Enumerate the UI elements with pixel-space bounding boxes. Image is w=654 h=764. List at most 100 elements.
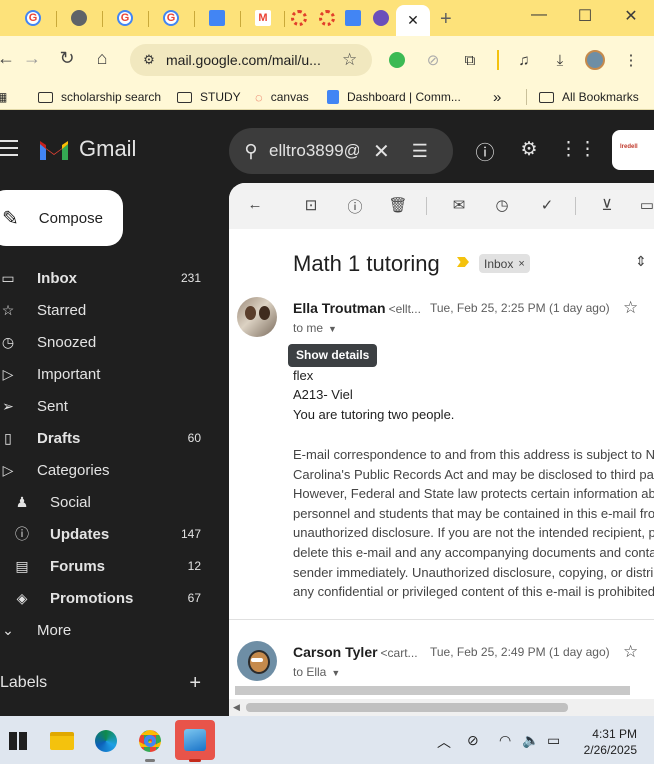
recipient-details-toggle[interactable]: to Ella ▼ bbox=[293, 665, 340, 679]
nav-important[interactable]: ▷ Important bbox=[0, 358, 215, 390]
browser-tab[interactable] bbox=[60, 5, 98, 31]
recipient-details-toggle[interactable]: to me ▼ bbox=[293, 321, 337, 335]
folder-icon bbox=[38, 91, 53, 103]
reload-icon[interactable]: ↻ bbox=[55, 48, 79, 69]
profile-avatar[interactable] bbox=[584, 49, 606, 71]
gmail-wordmark[interactable]: Gmail bbox=[79, 136, 136, 162]
show-hidden-icons-icon[interactable]: ︿ bbox=[437, 732, 451, 752]
extension-icon[interactable] bbox=[386, 49, 408, 71]
minimize-button[interactable]: — bbox=[524, 6, 554, 24]
browser-tab[interactable] bbox=[362, 5, 400, 31]
sender-avatar[interactable] bbox=[237, 297, 277, 337]
organization-logo[interactable]: Iredell bbox=[612, 130, 654, 170]
nav-updates[interactable]: ⓘ Updates 147 bbox=[0, 518, 215, 550]
bookmark-canvas[interactable]: ◌ canvas bbox=[255, 88, 309, 106]
back-icon[interactable]: ← bbox=[0, 48, 18, 69]
add-task-icon[interactable]: ✓ bbox=[537, 196, 557, 216]
bookmark-scholarship-search[interactable]: scholarship search bbox=[38, 88, 161, 106]
apps-grid-icon[interactable]: ▦ bbox=[0, 88, 7, 106]
star-message-icon[interactable]: ☆ bbox=[623, 642, 638, 662]
nav-starred[interactable]: ☆ Starred bbox=[0, 294, 215, 326]
browser-tab[interactable]: G bbox=[106, 5, 144, 31]
nav-inbox[interactable]: ▭ Inbox 231 bbox=[0, 262, 215, 294]
photos-app-icon[interactable] bbox=[175, 720, 215, 760]
add-label-button[interactable]: + bbox=[189, 672, 201, 695]
main-menu-icon[interactable] bbox=[0, 140, 18, 161]
start-button[interactable] bbox=[2, 725, 34, 757]
email-disclaimer: E-mail correspondence to and from this a… bbox=[293, 447, 654, 600]
taskbar-clock[interactable]: 4:31 PM 2/26/2025 bbox=[575, 726, 637, 758]
browser-tab[interactable]: G bbox=[14, 5, 52, 31]
browser-tab[interactable] bbox=[198, 5, 236, 31]
email-subject: Math 1 tutoring bbox=[293, 251, 440, 276]
extension-icon[interactable]: ⊘ bbox=[422, 49, 444, 71]
sender-avatar[interactable] bbox=[237, 641, 277, 681]
nav-categories[interactable]: ▷ Categories bbox=[0, 454, 215, 486]
move-to-icon[interactable]: ⊻ bbox=[597, 196, 617, 216]
site-info-icon[interactable]: ⚙ bbox=[136, 52, 162, 68]
sender-name[interactable]: Carson Tyler <cart... bbox=[293, 644, 418, 660]
forward-icon[interactable]: → bbox=[20, 48, 44, 69]
search-input[interactable]: elltro3899@ bbox=[269, 141, 359, 161]
browser-tab-active[interactable]: ✕ bbox=[396, 5, 430, 36]
close-window-button[interactable]: ✕ bbox=[616, 6, 646, 26]
settings-gear-icon[interactable]: ⚙ bbox=[517, 138, 541, 162]
horizontal-scrollbar-track[interactable] bbox=[235, 686, 630, 695]
mark-unread-icon[interactable]: ✉ bbox=[449, 196, 469, 216]
mail-search-bar[interactable]: ⚲ elltro3899@ ✕ ☰ bbox=[229, 128, 453, 174]
address-bar[interactable]: ⚙ mail.google.com/mail/u... ☆ bbox=[130, 44, 372, 76]
help-icon[interactable]: ⓘ bbox=[473, 138, 497, 164]
volume-icon[interactable]: 🔈 bbox=[522, 732, 539, 749]
clear-search-icon[interactable]: ✕ bbox=[373, 139, 390, 164]
search-icon[interactable]: ⚲ bbox=[233, 141, 269, 162]
horizontal-scrollbar[interactable]: ◀ bbox=[229, 699, 654, 716]
chrome-icon[interactable] bbox=[134, 725, 166, 757]
menu-kebab-icon[interactable]: ⋮ bbox=[620, 49, 642, 71]
search-options-icon[interactable]: ☰ bbox=[412, 141, 428, 162]
nav-social[interactable]: ♟ Social bbox=[0, 486, 215, 518]
bookmark-dashboard[interactable]: Dashboard | Comm... bbox=[327, 88, 461, 106]
bookmark-study[interactable]: STUDY bbox=[177, 88, 241, 106]
compose-button[interactable]: ✎ Compose bbox=[0, 190, 123, 246]
nav-sent[interactable]: ➢ Sent bbox=[0, 390, 215, 422]
nav-drafts[interactable]: ▯ Drafts 60 bbox=[0, 422, 215, 454]
collapse-all-icon[interactable]: ⇕ bbox=[635, 253, 647, 270]
remove-label-icon[interactable]: × bbox=[518, 258, 524, 270]
extensions-puzzle-icon[interactable]: ⧉ bbox=[459, 49, 481, 71]
label-icon[interactable]: ▭ bbox=[637, 196, 654, 216]
edge-icon[interactable] bbox=[90, 725, 122, 757]
all-bookmarks-button[interactable]: All Bookmarks bbox=[539, 88, 639, 106]
back-to-inbox-icon[interactable]: ← bbox=[245, 196, 265, 216]
url-text[interactable]: mail.google.com/mail/u... bbox=[166, 52, 336, 68]
body-line: flex bbox=[293, 368, 314, 383]
media-control-icon[interactable]: ♫ bbox=[513, 49, 535, 71]
battery-icon[interactable]: ▭ bbox=[547, 732, 560, 749]
archive-icon[interactable]: ⊡ bbox=[301, 196, 321, 216]
scrollbar-thumb[interactable] bbox=[246, 703, 568, 712]
maximize-button[interactable]: ☐ bbox=[570, 6, 600, 26]
forum-icon: ▤ bbox=[15, 557, 29, 574]
nav-more[interactable]: ⌄ More bbox=[0, 614, 215, 646]
bookmark-star-icon[interactable]: ☆ bbox=[342, 50, 357, 70]
nav-forums[interactable]: ▤ Forums 12 bbox=[0, 550, 215, 582]
report-spam-icon[interactable]: ⓘ bbox=[345, 196, 365, 216]
home-icon[interactable]: ⌂ bbox=[90, 48, 114, 69]
snooze-icon[interactable]: ◷ bbox=[492, 196, 512, 216]
scroll-left-icon[interactable]: ◀ bbox=[233, 702, 240, 713]
browser-tab[interactable]: M bbox=[244, 5, 282, 31]
new-tab-button[interactable]: + bbox=[440, 8, 452, 31]
close-tab-icon[interactable]: ✕ bbox=[407, 12, 419, 29]
apps-grid-icon[interactable]: ⋮⋮ bbox=[559, 138, 597, 162]
file-explorer-icon[interactable] bbox=[46, 725, 78, 757]
bookmarks-overflow-button[interactable]: » bbox=[493, 88, 501, 106]
star-message-icon[interactable]: ☆ bbox=[623, 298, 638, 318]
delete-icon[interactable]: 🗑 bbox=[388, 196, 408, 216]
download-icon[interactable]: ⤓ bbox=[549, 49, 571, 71]
browser-tab[interactable]: G bbox=[152, 5, 190, 31]
nav-promotions[interactable]: ◈ Promotions 67 bbox=[0, 582, 215, 614]
important-marker-icon[interactable] bbox=[457, 257, 469, 267]
sender-name[interactable]: Ella Troutman <ellt... bbox=[293, 300, 421, 316]
nav-snoozed[interactable]: ◷ Snoozed bbox=[0, 326, 215, 358]
network-off-icon[interactable]: ⊘ bbox=[467, 732, 479, 749]
wifi-icon[interactable]: ◠ bbox=[499, 732, 511, 749]
